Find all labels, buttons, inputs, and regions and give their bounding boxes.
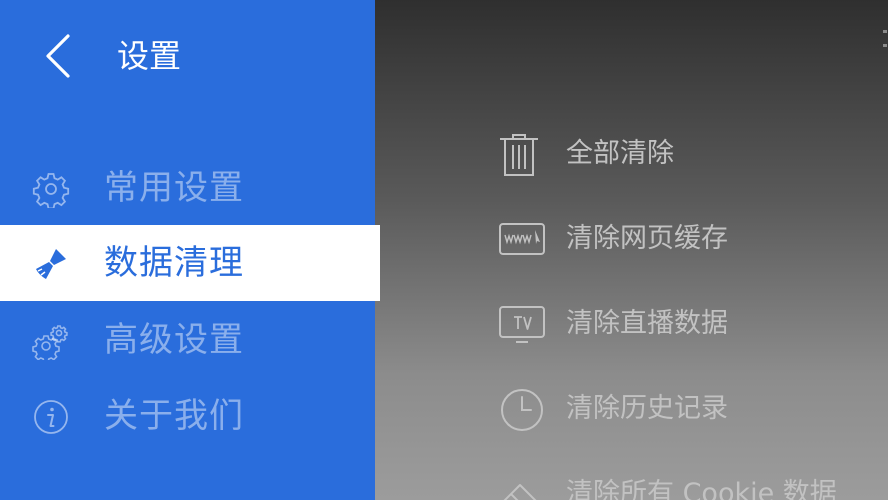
scroll-indicator — [883, 44, 887, 47]
option-label: 清除直播数据 — [566, 308, 728, 339]
clear-live-data-option[interactable]: 清除直播数据 — [496, 295, 888, 355]
option-label: 全部清除 — [566, 138, 674, 169]
clear-web-cache-option[interactable]: 清除网页缓存 — [496, 210, 888, 270]
option-label: 清除所有 Cookie 数据 — [566, 478, 837, 500]
clear-all-option[interactable]: 全部清除 — [496, 125, 888, 185]
www-icon — [496, 218, 548, 262]
sidebar-item-label: 数据清理 — [104, 243, 244, 283]
info-icon — [32, 398, 70, 436]
sidebar-item-advanced-settings[interactable]: 高级设置 — [0, 302, 375, 378]
clear-history-option[interactable]: 清除历史记录 — [496, 380, 888, 440]
tv-icon — [496, 303, 548, 347]
sidebar-item-data-cleanup[interactable]: 数据清理 — [0, 225, 380, 301]
option-label: 清除历史记录 — [566, 393, 728, 424]
chevron-left-icon — [46, 34, 70, 78]
sidebar: 设置 常用设置 数据清理 高级设置 关于我们 — [0, 0, 380, 500]
settings-screen: 设置 常用设置 数据清理 高级设置 关于我们 全部清除 清除网页缓存 清除直播数… — [0, 0, 888, 500]
sidebar-item-label: 高级设置 — [104, 320, 244, 360]
gears-icon — [32, 322, 70, 363]
sidebar-item-label: 常用设置 — [104, 168, 244, 208]
scroll-indicator — [883, 30, 887, 33]
broom-icon — [32, 245, 70, 283]
back-button[interactable] — [36, 30, 84, 82]
trash-icon — [496, 133, 548, 177]
eraser-icon — [496, 473, 548, 500]
page-title: 设置 — [117, 37, 182, 75]
clear-cookies-option[interactable]: 清除所有 Cookie 数据 — [496, 465, 888, 500]
sidebar-item-about-us[interactable]: 关于我们 — [0, 378, 375, 454]
sidebar-item-general-settings[interactable]: 常用设置 — [0, 150, 375, 226]
sidebar-item-label: 关于我们 — [104, 396, 244, 436]
option-label: 清除网页缓存 — [566, 223, 728, 254]
gear-icon — [32, 170, 70, 210]
clock-icon — [496, 388, 548, 432]
